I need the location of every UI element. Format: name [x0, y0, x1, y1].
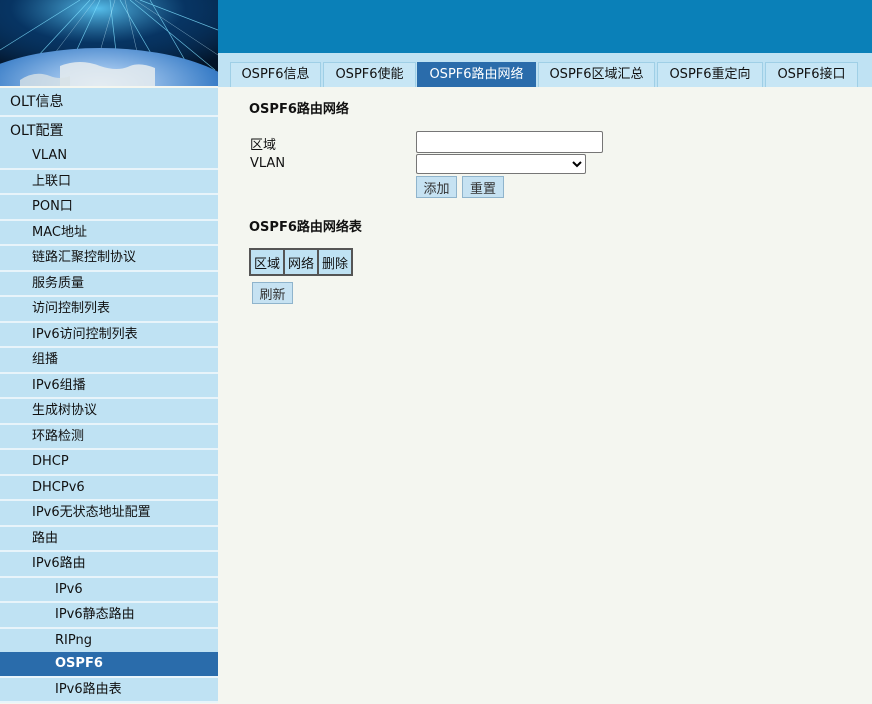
sidebar-item-loop-detect[interactable]: 环路检测 [0, 424, 218, 450]
sidebar-item-ipv6-routing[interactable]: IPv6路由 [0, 552, 218, 578]
add-button[interactable]: 添加 [416, 176, 457, 198]
tab-ospf6-redistribute[interactable]: OSPF6重定向 [657, 62, 763, 87]
column-header-delete: 删除 [317, 248, 354, 276]
sidebar-item-ospf6[interactable]: OSPF6 [0, 652, 218, 678]
sidebar-item-olt-info[interactable]: OLT信息 [0, 88, 218, 117]
column-header-area: 区域 [248, 248, 286, 276]
sidebar-item-stp[interactable]: 生成树协议 [0, 399, 218, 425]
table-title: OSPF6路由网络表 [249, 220, 362, 235]
sidebar-item-routing[interactable]: 路由 [0, 526, 218, 552]
globe-fiber-image [0, 0, 218, 86]
tab-ospf6-enable[interactable]: OSPF6使能 [323, 62, 416, 87]
sidebar-item-lacp[interactable]: 链路汇聚控制协议 [0, 246, 218, 272]
globe-logo [0, 0, 218, 86]
sidebar-item-ripng[interactable]: RIPng [0, 628, 218, 654]
column-header-network: 网络 [283, 248, 320, 276]
sidebar-item-uplink[interactable]: 上联口 [0, 169, 218, 195]
sidebar-item-ipv6-multicast[interactable]: IPv6组播 [0, 373, 218, 399]
sidebar-item-vlan[interactable]: VLAN [0, 144, 218, 170]
sidebar-item-qos[interactable]: 服务质量 [0, 271, 218, 297]
vlan-select[interactable] [416, 154, 586, 174]
reset-button[interactable]: 重置 [462, 176, 504, 198]
area-input[interactable] [416, 131, 603, 153]
tab-ospf6-info[interactable]: OSPF6信息 [230, 62, 321, 87]
sidebar-item-ipv6-route-table[interactable]: IPv6路由表 [0, 677, 218, 703]
form-title: OSPF6路由网络 [249, 102, 349, 117]
route-network-table: 区域 网络 删除 [248, 248, 354, 276]
sidebar-item-dhcp[interactable]: DHCP [0, 450, 218, 476]
main-content: OSPF6路由网络 区域 VLAN 添加 重置 OSPF6路由网络表 区域 网络… [218, 87, 872, 704]
sidebar: OLT信息 OLT配置 VLAN 上联口 PON口 MAC地址 链路汇聚控制协议… [0, 86, 218, 704]
area-label: 区域 [250, 138, 277, 153]
sidebar-item-ipv6-slaac[interactable]: IPv6无状态地址配置 [0, 501, 218, 527]
sidebar-item-dhcpv6[interactable]: DHCPv6 [0, 475, 218, 501]
sidebar-item-ipv6[interactable]: IPv6 [0, 577, 218, 603]
table-header-row: 区域 网络 删除 [248, 248, 354, 276]
refresh-button[interactable]: 刷新 [252, 282, 293, 304]
sidebar-item-multicast[interactable]: 组播 [0, 348, 218, 374]
tab-ospf6-area-summary[interactable]: OSPF6区域汇总 [538, 62, 655, 87]
vlan-label: VLAN [250, 156, 286, 171]
sidebar-item-acl[interactable]: 访问控制列表 [0, 297, 218, 323]
sidebar-item-ipv6-static-route[interactable]: IPv6静态路由 [0, 603, 218, 629]
tab-bar: OSPF6信息 OSPF6使能 OSPF6路由网络 OSPF6区域汇总 OSPF… [218, 53, 872, 87]
tab-ospf6-route-network[interactable]: OSPF6路由网络 [417, 62, 536, 87]
sidebar-item-ipv6-acl[interactable]: IPv6访问控制列表 [0, 322, 218, 348]
top-banner [218, 0, 872, 53]
tab-ospf6-interface[interactable]: OSPF6接口 [765, 62, 858, 87]
sidebar-item-pon-port[interactable]: PON口 [0, 195, 218, 221]
sidebar-item-olt-config[interactable]: OLT配置 [0, 117, 218, 146]
sidebar-item-mac-address[interactable]: MAC地址 [0, 220, 218, 246]
